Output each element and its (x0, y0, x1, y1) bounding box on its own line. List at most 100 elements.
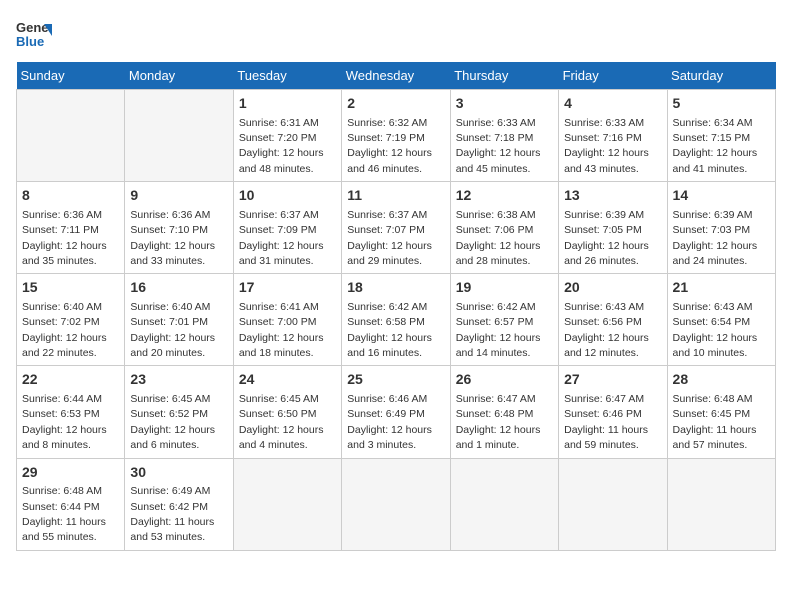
calendar-day (667, 458, 775, 550)
day-info: Sunrise: 6:42 AMSunset: 6:58 PMDaylight:… (347, 301, 432, 359)
calendar-day: 1 Sunrise: 6:31 AMSunset: 7:20 PMDaylight… (233, 90, 341, 182)
calendar-day (233, 458, 341, 550)
day-number: 3 (456, 94, 553, 114)
calendar-day (559, 458, 667, 550)
day-number: 30 (130, 463, 227, 483)
day-number: 18 (347, 278, 444, 298)
day-number: 16 (130, 278, 227, 298)
calendar-day: 16 Sunrise: 6:40 AMSunset: 7:01 PMDayligh… (125, 274, 233, 366)
calendar-week-row: 15 Sunrise: 6:40 AMSunset: 7:02 PMDayligh… (17, 274, 776, 366)
weekday-header: Tuesday (233, 62, 341, 90)
calendar-day (450, 458, 558, 550)
day-info: Sunrise: 6:37 AMSunset: 7:09 PMDaylight:… (239, 209, 324, 267)
weekday-header-row: SundayMondayTuesdayWednesdayThursdayFrid… (17, 62, 776, 90)
day-info: Sunrise: 6:32 AMSunset: 7:19 PMDaylight:… (347, 117, 432, 175)
calendar-day: 11 Sunrise: 6:37 AMSunset: 7:07 PMDayligh… (342, 182, 450, 274)
day-info: Sunrise: 6:40 AMSunset: 7:01 PMDaylight:… (130, 301, 215, 359)
day-info: Sunrise: 6:48 AMSunset: 6:44 PMDaylight:… (22, 485, 106, 543)
day-info: Sunrise: 6:48 AMSunset: 6:45 PMDaylight:… (673, 393, 757, 451)
day-number: 9 (130, 186, 227, 206)
calendar-week-row: 8 Sunrise: 6:36 AMSunset: 7:11 PMDaylight… (17, 182, 776, 274)
calendar-day: 28 Sunrise: 6:48 AMSunset: 6:45 PMDayligh… (667, 366, 775, 458)
day-info: Sunrise: 6:39 AMSunset: 7:03 PMDaylight:… (673, 209, 758, 267)
day-number: 13 (564, 186, 661, 206)
calendar-table: SundayMondayTuesdayWednesdayThursdayFrid… (16, 62, 776, 551)
calendar-day: 26Sunrise: 6:47 AMSunset: 6:48 PMDayligh… (450, 366, 558, 458)
calendar-day (17, 90, 125, 182)
calendar-day: 2 Sunrise: 6:32 AMSunset: 7:19 PMDaylight… (342, 90, 450, 182)
day-number: 14 (673, 186, 770, 206)
calendar-day: 18 Sunrise: 6:42 AMSunset: 6:58 PMDayligh… (342, 274, 450, 366)
calendar-week-row: 1 Sunrise: 6:31 AMSunset: 7:20 PMDaylight… (17, 90, 776, 182)
day-info: Sunrise: 6:39 AMSunset: 7:05 PMDaylight:… (564, 209, 649, 267)
day-number: 23 (130, 370, 227, 390)
day-info: Sunrise: 6:43 AMSunset: 6:54 PMDaylight:… (673, 301, 758, 359)
day-info: Sunrise: 6:33 AMSunset: 7:16 PMDaylight:… (564, 117, 649, 175)
logo: General Blue (16, 16, 52, 52)
day-number: 8 (22, 186, 119, 206)
day-info: Sunrise: 6:44 AMSunset: 6:53 PMDaylight:… (22, 393, 107, 451)
day-info: Sunrise: 6:47 AMSunset: 6:46 PMDaylight:… (564, 393, 648, 451)
day-info: Sunrise: 6:34 AMSunset: 7:15 PMDaylight:… (673, 117, 758, 175)
calendar-day: 9 Sunrise: 6:36 AMSunset: 7:10 PMDaylight… (125, 182, 233, 274)
day-info: Sunrise: 6:45 AMSunset: 6:50 PMDaylight:… (239, 393, 324, 451)
calendar-day: 12 Sunrise: 6:38 AMSunset: 7:06 PMDayligh… (450, 182, 558, 274)
calendar-day (342, 458, 450, 550)
day-number: 26 (456, 370, 553, 390)
calendar-day: 4 Sunrise: 6:33 AMSunset: 7:16 PMDaylight… (559, 90, 667, 182)
day-number: 21 (673, 278, 770, 298)
day-info: Sunrise: 6:36 AMSunset: 7:11 PMDaylight:… (22, 209, 107, 267)
calendar-day: 30Sunrise: 6:49 AMSunset: 6:42 PMDayligh… (125, 458, 233, 550)
day-info: Sunrise: 6:36 AMSunset: 7:10 PMDaylight:… (130, 209, 215, 267)
day-info: Sunrise: 6:42 AMSunset: 6:57 PMDaylight:… (456, 301, 541, 359)
calendar-day: 8 Sunrise: 6:36 AMSunset: 7:11 PMDaylight… (17, 182, 125, 274)
day-number: 25 (347, 370, 444, 390)
day-info: Sunrise: 6:33 AMSunset: 7:18 PMDaylight:… (456, 117, 541, 175)
day-info: Sunrise: 6:45 AMSunset: 6:52 PMDaylight:… (130, 393, 215, 451)
weekday-header: Wednesday (342, 62, 450, 90)
day-number: 12 (456, 186, 553, 206)
day-number: 4 (564, 94, 661, 114)
calendar-day: 17Sunrise: 6:41 AMSunset: 7:00 PMDayligh… (233, 274, 341, 366)
day-number: 11 (347, 186, 444, 206)
day-info: Sunrise: 6:40 AMSunset: 7:02 PMDaylight:… (22, 301, 107, 359)
calendar-day: 14 Sunrise: 6:39 AMSunset: 7:03 PMDayligh… (667, 182, 775, 274)
weekday-header: Sunday (17, 62, 125, 90)
day-number: 20 (564, 278, 661, 298)
svg-text:Blue: Blue (16, 34, 44, 49)
calendar-day: 21 Sunrise: 6:43 AMSunset: 6:54 PMDayligh… (667, 274, 775, 366)
day-number: 24 (239, 370, 336, 390)
day-number: 28 (673, 370, 770, 390)
calendar-day: 25 Sunrise: 6:46 AMSunset: 6:49 PMDayligh… (342, 366, 450, 458)
calendar-day: 29Sunrise: 6:48 AMSunset: 6:44 PMDayligh… (17, 458, 125, 550)
day-number: 19 (456, 278, 553, 298)
day-number: 27 (564, 370, 661, 390)
day-info: Sunrise: 6:31 AMSunset: 7:20 PMDaylight:… (239, 117, 324, 175)
weekday-header: Thursday (450, 62, 558, 90)
logo-icon: General Blue (16, 16, 52, 52)
weekday-header: Friday (559, 62, 667, 90)
calendar-day (125, 90, 233, 182)
calendar-day: 13 Sunrise: 6:39 AMSunset: 7:05 PMDayligh… (559, 182, 667, 274)
day-info: Sunrise: 6:38 AMSunset: 7:06 PMDaylight:… (456, 209, 541, 267)
calendar-week-row: 22Sunrise: 6:44 AMSunset: 6:53 PMDayligh… (17, 366, 776, 458)
calendar-day: 3 Sunrise: 6:33 AMSunset: 7:18 PMDaylight… (450, 90, 558, 182)
day-info: Sunrise: 6:46 AMSunset: 6:49 PMDaylight:… (347, 393, 432, 451)
calendar-day: 23 Sunrise: 6:45 AMSunset: 6:52 PMDayligh… (125, 366, 233, 458)
calendar-day: 15 Sunrise: 6:40 AMSunset: 7:02 PMDayligh… (17, 274, 125, 366)
weekday-header: Monday (125, 62, 233, 90)
calendar-day: 10 Sunrise: 6:37 AMSunset: 7:09 PMDayligh… (233, 182, 341, 274)
day-number: 29 (22, 463, 119, 483)
day-number: 2 (347, 94, 444, 114)
day-number: 5 (673, 94, 770, 114)
calendar-week-row: 29Sunrise: 6:48 AMSunset: 6:44 PMDayligh… (17, 458, 776, 550)
day-info: Sunrise: 6:37 AMSunset: 7:07 PMDaylight:… (347, 209, 432, 267)
day-number: 10 (239, 186, 336, 206)
calendar-day: 19 Sunrise: 6:42 AMSunset: 6:57 PMDayligh… (450, 274, 558, 366)
day-info: Sunrise: 6:41 AMSunset: 7:00 PMDaylight:… (239, 301, 324, 359)
day-number: 1 (239, 94, 336, 114)
calendar-day: 20Sunrise: 6:43 AMSunset: 6:56 PMDayligh… (559, 274, 667, 366)
calendar-day: 22Sunrise: 6:44 AMSunset: 6:53 PMDayligh… (17, 366, 125, 458)
day-number: 15 (22, 278, 119, 298)
calendar-day: 24 Sunrise: 6:45 AMSunset: 6:50 PMDayligh… (233, 366, 341, 458)
